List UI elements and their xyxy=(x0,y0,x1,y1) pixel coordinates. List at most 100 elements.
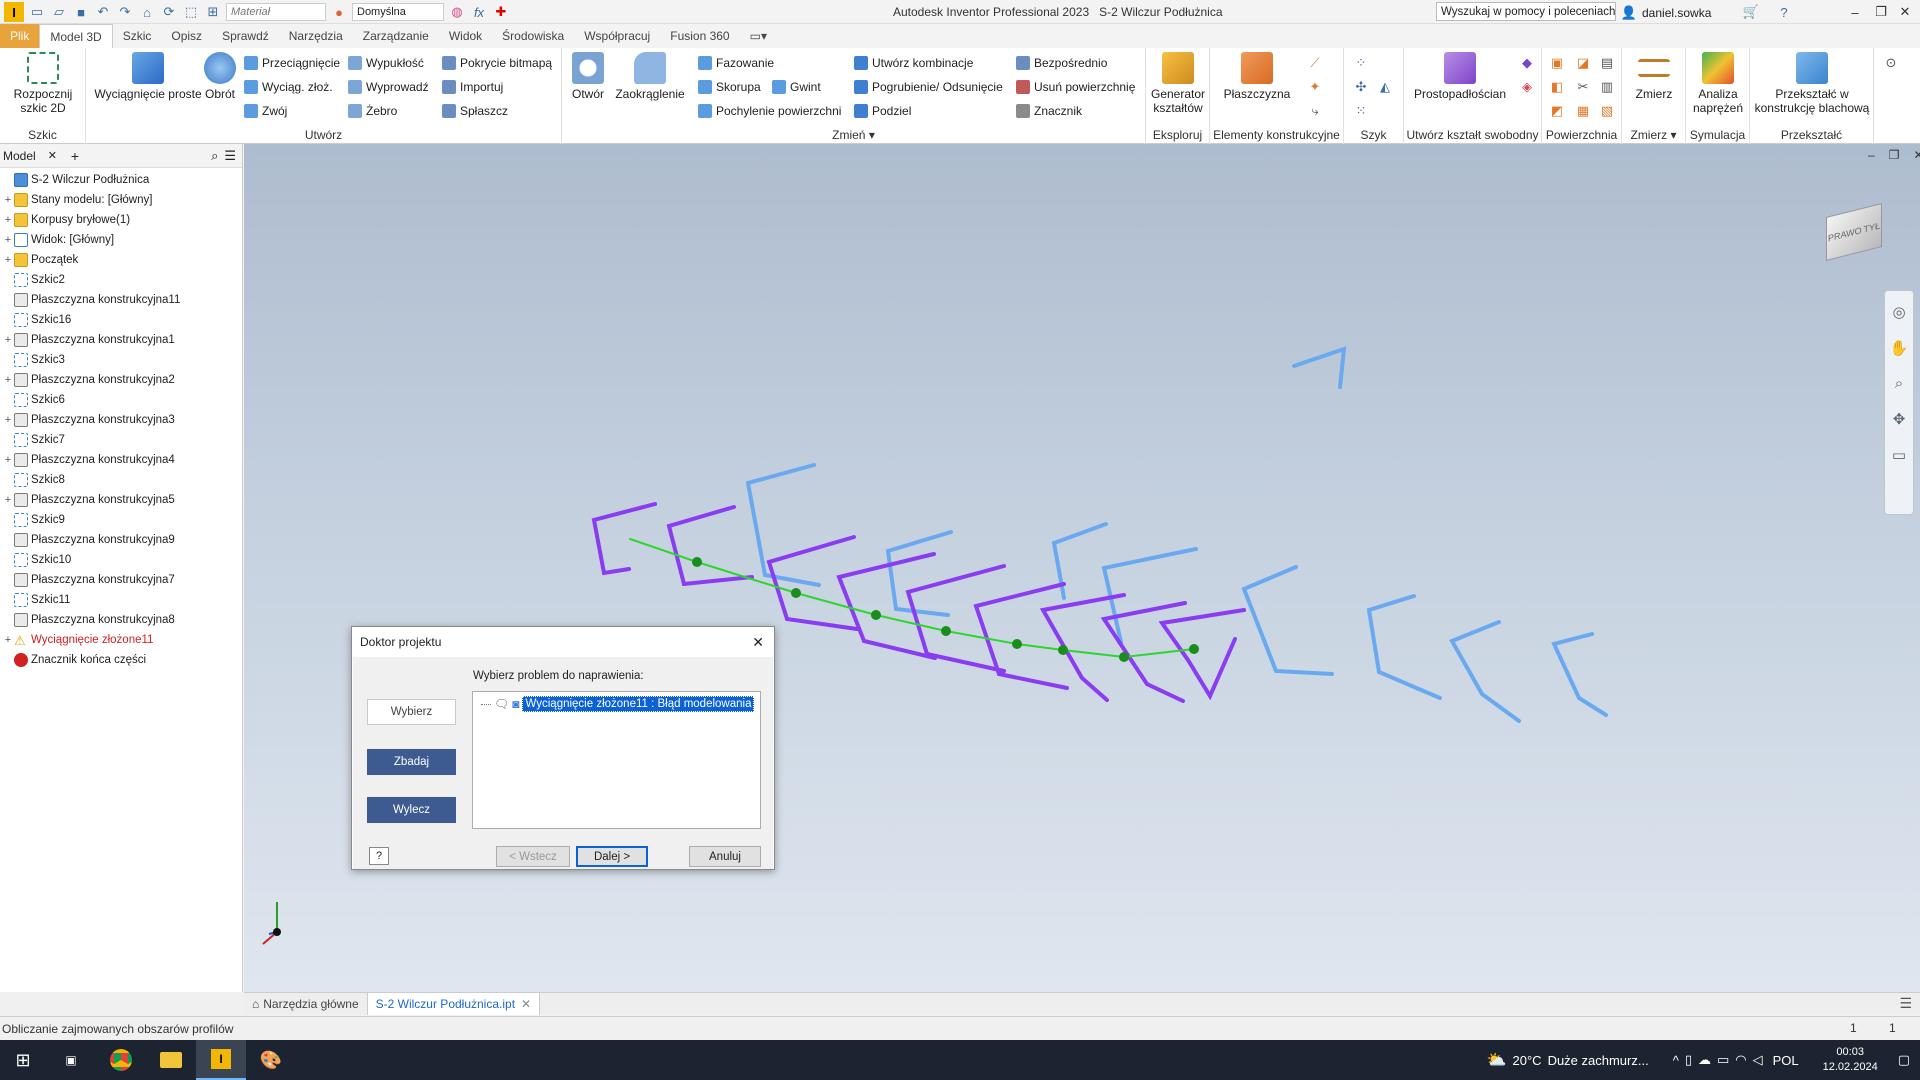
loft-button[interactable]: Wyciąg. złoż. xyxy=(244,78,333,96)
clear-appearance-icon[interactable]: ◍ xyxy=(448,3,466,21)
thicken-button[interactable]: Pogrubienie/ Odsunięcie xyxy=(854,78,1003,96)
viewport-restore-icon[interactable]: ❐ xyxy=(1889,148,1900,162)
clock[interactable]: 00:03 12.02.2024 xyxy=(1823,1045,1878,1075)
tab-model-3d[interactable]: Model 3D xyxy=(39,24,113,48)
tab-fusion-360[interactable]: Fusion 360 xyxy=(660,24,739,48)
browser-node[interactable]: + Płaszczyzna konstrukcyjna2 xyxy=(0,370,242,390)
expand-icon[interactable]: + xyxy=(2,234,14,246)
tab-tools[interactable]: Narzędzia xyxy=(279,24,353,48)
document-tabs-menu-icon[interactable]: ☰ xyxy=(1899,995,1912,1012)
browser-node[interactable]: + Stany modelu: [Główny] xyxy=(0,190,242,210)
ucs-icon[interactable]: ⤷ xyxy=(1306,102,1324,120)
close-browser-icon[interactable]: ✕ xyxy=(48,149,57,162)
ilogic-icon[interactable]: ✚ xyxy=(492,3,510,21)
measure-icon[interactable]: ⊞ xyxy=(204,3,222,21)
axis-icon[interactable]: ⟋ xyxy=(1306,54,1324,72)
convert-sheet-metal-button[interactable]: Przekształć w konstrukcję blachową xyxy=(1752,52,1872,115)
thread-button[interactable]: Gwint xyxy=(772,78,821,96)
open-folder-icon[interactable]: ▱ xyxy=(50,3,68,21)
browser-node[interactable]: + Płaszczyzna konstrukcyjna4 xyxy=(0,450,242,470)
browser-node[interactable]: + Płaszczyzna konstrukcyjna1 xyxy=(0,330,242,350)
sculpt-icon[interactable]: ▤ xyxy=(1598,54,1616,72)
viewport-minimize-icon[interactable]: – xyxy=(1868,148,1875,162)
start-2d-sketch-button[interactable]: Rozpocznij szkic 2D xyxy=(4,52,82,115)
browser-node[interactable]: Szkic8 xyxy=(0,470,242,490)
tab-environments[interactable]: Środowiska xyxy=(492,24,574,48)
expand-icon[interactable]: + xyxy=(2,254,14,266)
replace-face-icon[interactable]: ▥ xyxy=(1598,78,1616,96)
browser-node[interactable]: Szkic6 xyxy=(0,390,242,410)
appearance-icon[interactable]: ● xyxy=(330,3,348,21)
cart-icon[interactable]: 🛒 xyxy=(1742,3,1760,21)
boundary-patch-icon[interactable]: ◩ xyxy=(1548,102,1566,120)
tab-active-document[interactable]: S-2 Wilczur Podłużnica.ipt ✕ xyxy=(366,992,541,1015)
expand-icon[interactable]: + xyxy=(2,334,14,346)
freeform-convert-icon[interactable]: ◈ xyxy=(1518,78,1536,96)
add-browser-tab-icon[interactable]: + xyxy=(71,148,79,164)
browser-node[interactable]: Szkic10 xyxy=(0,550,242,570)
browser-node[interactable]: Szkic3 xyxy=(0,350,242,370)
browser-node[interactable]: Szkic16 xyxy=(0,310,242,330)
extend-icon[interactable]: ✂ xyxy=(1574,78,1592,96)
ruled-surface-icon[interactable]: ▦ xyxy=(1574,102,1592,120)
appearance-dropdown[interactable]: Domyślna xyxy=(352,3,444,21)
draft-button[interactable]: Pochylenie powierzchni xyxy=(698,102,841,120)
expand-icon[interactable]: + xyxy=(2,454,14,466)
revolve-button[interactable]: Obrót xyxy=(200,52,240,101)
dialog-help-icon[interactable]: ? xyxy=(369,847,389,865)
decal-button[interactable]: Pokrycie bitmapą xyxy=(442,54,552,72)
update-icon[interactable]: ⟳ xyxy=(160,3,178,21)
viewcube-face[interactable]: PRAWO TYŁ xyxy=(1826,203,1882,261)
browser-node[interactable]: Szkic7 xyxy=(0,430,242,450)
minimize-icon[interactable]: – xyxy=(1846,3,1864,21)
browser-node[interactable]: Szkic11 xyxy=(0,590,242,610)
tab-collaborate[interactable]: Współpracuj xyxy=(574,24,660,48)
trim-icon[interactable]: ◧ xyxy=(1548,78,1566,96)
close-document-icon[interactable]: ✕ xyxy=(521,997,531,1011)
paint-icon[interactable]: 🎨 xyxy=(246,1040,296,1080)
derive-button[interactable]: Wyprowadź xyxy=(348,78,429,96)
tab-annotate[interactable]: Opisz xyxy=(161,24,212,48)
browser-node[interactable]: Szkic9 xyxy=(0,510,242,530)
file-explorer-icon[interactable] xyxy=(146,1040,196,1080)
hole-button[interactable]: Otwór xyxy=(566,52,610,101)
help-search-input[interactable]: Wyszukaj w pomocy i poleceniach xyxy=(1436,2,1616,21)
steering-wheel-icon[interactable]: ◎ xyxy=(1892,303,1905,321)
coil-button[interactable]: Zwój xyxy=(244,102,287,120)
battery-icon[interactable]: ▭ xyxy=(1717,1052,1729,1068)
circular-pattern-icon[interactable]: ✣ xyxy=(1352,78,1370,96)
home-icon[interactable]: ⌂ xyxy=(138,3,156,21)
expand-icon[interactable]: + xyxy=(2,374,14,386)
tab-overflow[interactable]: ▭▾ xyxy=(740,24,777,48)
marker-button[interactable]: Znacznik xyxy=(1016,102,1082,120)
delete-face-button[interactable]: Usuń powierzchnię xyxy=(1016,78,1135,96)
shell-button[interactable]: Skorupa xyxy=(698,78,761,96)
cancel-button[interactable]: Anuluj xyxy=(689,846,761,867)
weather-temp[interactable]: 20°C xyxy=(1513,1053,1542,1068)
browser-tab-model[interactable]: Model xyxy=(3,149,36,163)
ribbon-options-icon[interactable]: ⊙ xyxy=(1882,54,1900,72)
browser-node[interactable]: + Korpusy bryłowe(1) xyxy=(0,210,242,230)
rectangular-pattern-icon[interactable]: ⁘ xyxy=(1352,54,1370,72)
direct-edit-button[interactable]: Bezpośrednio xyxy=(1016,54,1107,72)
new-file-icon[interactable]: ▭ xyxy=(28,3,46,21)
step-select-button[interactable]: Wybierz xyxy=(367,699,456,725)
repair-bodies-icon[interactable]: ▧ xyxy=(1598,102,1616,120)
tab-view[interactable]: Widok xyxy=(439,24,492,48)
phone-icon[interactable]: ▯ xyxy=(1685,1052,1692,1068)
user-menu[interactable]: 👤 daniel.sowka xyxy=(1620,4,1711,22)
problem-list-item[interactable]: 🗨 ◙ Wyciągnięcie złożone11 : Błąd modelo… xyxy=(481,696,755,712)
fillet-button[interactable]: Zaokrąglenie xyxy=(612,52,688,101)
panel-modify-label[interactable]: Zmień ▾ xyxy=(562,128,1145,142)
step-treat-button[interactable]: Wylecz xyxy=(367,797,456,823)
browser-node[interactable]: Płaszczyzna konstrukcyjna8 xyxy=(0,610,242,630)
split-button[interactable]: Podziel xyxy=(854,102,911,120)
cloud-icon[interactable]: ☁ xyxy=(1698,1052,1711,1068)
help-icon[interactable]: ? xyxy=(1775,3,1793,21)
browser-node[interactable]: + ⚠ Wyciągnięcie złożone11 xyxy=(0,630,242,650)
browser-node[interactable]: + Płaszczyzna konstrukcyjna3 xyxy=(0,410,242,430)
restore-icon[interactable]: ❐ xyxy=(1872,3,1890,21)
panel-measure-label[interactable]: Zmierz ▾ xyxy=(1622,128,1685,142)
orbit-icon[interactable]: ✥ xyxy=(1893,410,1906,428)
stitch-icon[interactable]: ▣ xyxy=(1548,54,1566,72)
